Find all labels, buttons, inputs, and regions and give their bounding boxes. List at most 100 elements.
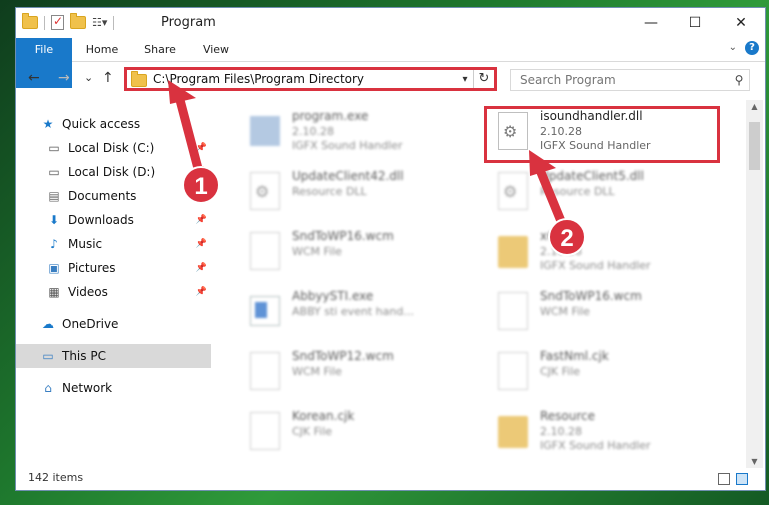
- refresh-button[interactable]: ↻: [473, 70, 494, 88]
- sidebar-item-label: Quick access: [62, 117, 141, 131]
- vertical-scrollbar[interactable]: ▲ ▼: [746, 100, 763, 468]
- back-button[interactable]: ←: [28, 70, 40, 86]
- file-icon: [250, 232, 280, 270]
- sidebar-item-label: Music: [68, 237, 103, 251]
- file-item[interactable]: FastNml.cjk CJK File: [484, 346, 714, 396]
- music-icon: ♪: [50, 237, 58, 251]
- file-description: IGFX Sound Handler: [540, 259, 651, 272]
- sidebar-item[interactable]: ▭ This PC: [16, 344, 211, 368]
- help-icon[interactable]: ?: [745, 41, 759, 55]
- scroll-down-icon[interactable]: ▼: [746, 457, 763, 466]
- file-item[interactable]: AbbyySTI.exe ABBY sti event hand...: [236, 286, 466, 336]
- tab-home[interactable]: Home: [82, 38, 122, 61]
- file-name: UpdateClient42.dll: [292, 169, 404, 183]
- file-icon: [498, 292, 528, 330]
- file-description: IGFX Sound Handler: [540, 139, 651, 152]
- close-button[interactable]: ✕: [718, 8, 764, 38]
- sidebar-item[interactable]: ★ Quick access: [16, 112, 211, 136]
- callout-2: 2: [548, 218, 586, 256]
- file-description: IGFX Sound Handler: [292, 139, 403, 152]
- file-item[interactable]: x642.10.28IGFX Sound Handler: [484, 226, 714, 276]
- pictures-icon: ▣: [48, 261, 60, 275]
- tab-share[interactable]: Share: [140, 38, 180, 61]
- file-name: AbbyySTI.exe: [292, 289, 374, 303]
- scroll-up-icon[interactable]: ▲: [746, 102, 763, 111]
- address-bar[interactable]: C:\Program Files\Program Directory ▾ ↻: [124, 67, 497, 91]
- star-icon: ★: [42, 117, 54, 131]
- sidebar-item-label: Local Disk (C:): [68, 141, 155, 155]
- network-icon: ⌂: [44, 381, 52, 395]
- sidebar-item-label: Network: [62, 381, 113, 395]
- file-name: SndToWP12.wcm: [292, 349, 394, 363]
- sidebar-item[interactable]: ⌂ Network: [16, 376, 211, 400]
- forward-button[interactable]: →: [58, 70, 70, 86]
- new-folder-icon[interactable]: [70, 13, 86, 29]
- sidebar-item-label: Pictures: [68, 261, 116, 275]
- sidebar-item[interactable]: ▭ Local Disk (C:) 📌: [16, 136, 211, 160]
- file-list: program.exe2.10.28IGFX Sound Handlerisou…: [212, 100, 746, 468]
- dll-file-icon: [250, 172, 280, 210]
- pin-icon[interactable]: 📌: [196, 239, 207, 249]
- download-icon: ⬇: [48, 213, 60, 227]
- sidebar-item[interactable]: ▣ Pictures 📌: [16, 256, 211, 280]
- details-view-icon[interactable]: [718, 473, 730, 485]
- minimize-button[interactable]: —: [628, 8, 674, 38]
- drive-icon: ▭: [48, 141, 60, 155]
- search-box[interactable]: ⚲: [510, 69, 750, 91]
- sidebar-item[interactable]: ▦ Videos 📌: [16, 280, 211, 304]
- file-name: FastNml.cjk: [540, 349, 609, 363]
- file-item[interactable]: UpdateClient42.dll Resource DLL: [236, 166, 466, 216]
- pin-icon[interactable]: 📌: [196, 287, 207, 297]
- file-name: Resource: [540, 409, 596, 423]
- file-version: 2.10.28: [540, 125, 582, 138]
- file-item[interactable]: Resource 2.10.28 IGFX Sound Handler: [484, 406, 714, 456]
- chevron-down-icon[interactable]: ▾: [457, 74, 473, 85]
- search-input[interactable]: [518, 72, 729, 88]
- title-bar: ☷▾ Program — ☐ ✕: [16, 8, 765, 38]
- file-item[interactable]: SndToWP16.wcm WCM File: [484, 286, 714, 336]
- file-item[interactable]: UpdateClient5.dll Resource DLL: [484, 166, 714, 216]
- maximize-button[interactable]: ☐: [672, 8, 718, 38]
- file-icon: [250, 352, 280, 390]
- file-name: UpdateClient5.dll: [540, 169, 644, 183]
- file-item[interactable]: program.exe 2.10.28 IGFX Sound Handler: [236, 106, 466, 156]
- drive-icon: ▭: [48, 165, 60, 179]
- sidebar-item[interactable]: ⬇ Downloads 📌: [16, 208, 211, 232]
- expand-ribbon-icon[interactable]: ⌄: [729, 42, 737, 53]
- file-item[interactable]: SndToWP12.wcm WCM File: [236, 346, 466, 396]
- callout-1: 1: [182, 166, 220, 204]
- sidebar-item[interactable]: ♪ Music 📌: [16, 232, 211, 256]
- cloud-icon: ☁: [42, 317, 54, 331]
- item-count: 142 items: [28, 471, 84, 484]
- pin-icon[interactable]: 📌: [196, 263, 207, 273]
- pin-icon[interactable]: 📌: [196, 143, 207, 153]
- file-item[interactable]: SndToWP16.wcm WCM File: [236, 226, 466, 276]
- folder-icon: [131, 71, 147, 87]
- sidebar-item-label: Documents: [68, 189, 137, 203]
- navigation-bar: ← → ⌄ ↑ C:\Program Files\Program Directo…: [16, 62, 765, 96]
- file-icon: [498, 352, 528, 390]
- scroll-thumb[interactable]: [749, 122, 760, 170]
- search-icon[interactable]: ⚲: [729, 73, 749, 87]
- ribbon-tabs: File Home Share View ⌄ ?: [16, 38, 765, 88]
- sidebar-item[interactable]: ☁ OneDrive: [16, 312, 211, 336]
- exe-file-icon: [250, 116, 280, 146]
- recent-locations-button[interactable]: ⌄: [84, 71, 93, 84]
- file-name: program.exe: [292, 109, 369, 123]
- customize-toolbar-icon[interactable]: ☷▾: [92, 16, 107, 29]
- file-item[interactable]: isoundhandler.dll 2.10.28IGFX Sound Handl…: [484, 106, 714, 156]
- up-button[interactable]: ↑: [102, 70, 114, 86]
- file-name: Korean.cjk: [292, 409, 355, 423]
- address-path[interactable]: C:\Program Files\Program Directory: [153, 72, 457, 86]
- sidebar-item-label: This PC: [62, 349, 106, 363]
- file-description: Resource DLL: [540, 185, 615, 198]
- file-item[interactable]: Korean.cjk CJK File: [236, 406, 466, 456]
- pin-icon[interactable]: 📌: [196, 215, 207, 225]
- dll-file-icon: [498, 112, 528, 150]
- folder-icon: [22, 13, 38, 29]
- file-description: WCM File: [540, 305, 590, 318]
- file-name: SndToWP16.wcm: [540, 289, 642, 303]
- tab-view[interactable]: View: [199, 38, 233, 61]
- large-icons-view-icon[interactable]: [736, 473, 748, 485]
- properties-icon[interactable]: [51, 14, 64, 30]
